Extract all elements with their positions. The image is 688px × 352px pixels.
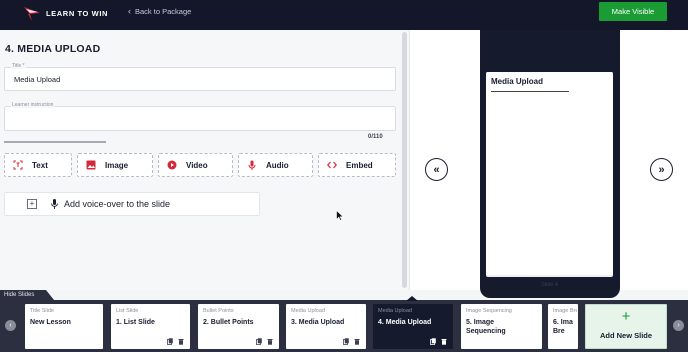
slide-actions	[256, 338, 273, 345]
slide-type-label: Media Upload	[291, 308, 325, 314]
double-chevron-right-icon: »	[658, 163, 665, 176]
add-image-label: Image	[105, 160, 129, 170]
trash-icon[interactable]	[267, 338, 273, 345]
add-new-slide-button[interactable]: + Add New Slide	[585, 304, 667, 349]
mouse-pointer-icon	[336, 210, 344, 221]
slide-type-label: List Slide	[116, 308, 139, 314]
image-icon	[86, 160, 96, 170]
top-bar: LEARN TO WIN ‹ Back to Package Make Visi…	[0, 0, 688, 30]
slide-thumbnail[interactable]: Media Upload 4. Media Upload	[373, 304, 453, 349]
video-icon	[167, 160, 177, 170]
field-divider	[4, 141, 106, 143]
back-to-package-link[interactable]: ‹ Back to Package	[128, 6, 192, 17]
active-slide-pointer	[406, 296, 418, 301]
slide-type-label: Bullet Points	[203, 308, 234, 314]
slide-title-label: New Lesson	[30, 319, 71, 326]
back-link-label: Back to Package	[135, 7, 192, 16]
duplicate-icon[interactable]	[167, 338, 173, 345]
microphone-icon	[51, 199, 58, 209]
add-video-label: Video	[186, 160, 208, 170]
brand-logo[interactable]: LEARN TO WIN	[22, 3, 108, 23]
slide-title-label: 3. Media Upload	[291, 319, 345, 326]
hide-slides-tab[interactable]: Hide Slides	[0, 290, 54, 300]
add-audio-label: Audio	[266, 160, 289, 170]
strip-scroll-left-button[interactable]: ‹	[5, 320, 16, 331]
slide-thumbnail[interactable]: Image Bre 6. Ima Bre	[548, 304, 578, 349]
slide-preview-card: Media Upload	[486, 72, 613, 275]
chevron-left-icon: ‹	[128, 6, 131, 16]
slide-actions	[167, 338, 184, 345]
chevron-right-icon: ›	[677, 322, 680, 329]
slide-thumbnail[interactable]: Title Slide New Lesson	[25, 304, 103, 349]
add-embed-label: Embed	[346, 160, 373, 170]
microphone-icon	[248, 160, 256, 170]
trash-icon[interactable]	[354, 338, 360, 345]
strip-scroll-right-button[interactable]: ›	[673, 320, 684, 331]
preview-slide-title: Media Upload	[491, 77, 544, 86]
double-chevron-left-icon: «	[433, 163, 440, 176]
character-counter: 0/110	[368, 134, 383, 140]
slide-type-label: Media Upload	[378, 308, 412, 314]
logo-star-icon	[24, 7, 40, 21]
add-new-slide-label: Add New Slide	[599, 331, 653, 340]
slide-actions	[430, 338, 447, 345]
voiceover-label: Add voice-over to the slide	[64, 199, 171, 209]
slide-preview-panel: Media Upload Slide 4 « »	[409, 30, 688, 298]
slide-thumbnail[interactable]: List Slide 1. List Slide	[111, 304, 190, 349]
slide-thumbnail[interactable]: Media Upload 3. Media Upload	[286, 304, 366, 349]
add-text-label: Text	[32, 160, 48, 170]
learner-instruction-field[interactable]: Learner instruction	[4, 102, 396, 131]
slide-title-label: 4. Media Upload	[378, 319, 432, 326]
slide-actions	[343, 338, 360, 345]
learner-instruction-label: Learner instruction	[11, 102, 55, 108]
slide-type-label: Title Slide	[30, 308, 54, 314]
next-slide-button[interactable]: »	[650, 158, 673, 181]
slide-type-label: Image Sequencing	[466, 308, 512, 314]
slide-title-label: 2. Bullet Points	[203, 319, 254, 326]
text-icon	[13, 160, 23, 170]
slide-number-caption: Slide 4	[541, 282, 558, 288]
chevron-left-icon: ‹	[9, 322, 12, 329]
previous-slide-button[interactable]: «	[425, 158, 448, 181]
plus-icon: +	[621, 308, 631, 325]
preview-title-underline	[491, 91, 569, 92]
add-video-button[interactable]: Video	[158, 153, 233, 177]
plus-icon: +	[27, 199, 37, 209]
trash-icon[interactable]	[178, 338, 184, 345]
trash-icon[interactable]	[441, 338, 447, 345]
duplicate-icon[interactable]	[256, 338, 262, 345]
duplicate-icon[interactable]	[343, 338, 349, 345]
editor-scrollbar[interactable]	[402, 32, 407, 288]
add-voiceover-button[interactable]: + Add voice-over to the slide	[4, 192, 260, 216]
code-icon	[327, 161, 337, 169]
add-audio-button[interactable]: Audio	[238, 153, 313, 177]
title-field-label: Title *	[11, 63, 26, 69]
slide-title-label: 5. Image Sequencing	[466, 319, 506, 335]
add-image-button[interactable]: Image	[77, 153, 153, 177]
slide-thumbnail[interactable]: Bullet Points 2. Bullet Points	[198, 304, 279, 349]
slide-title-label: 6. Ima Bre	[553, 319, 573, 335]
brand-name: LEARN TO WIN	[46, 8, 109, 18]
slide-editor: 4. MEDIA UPLOAD Title * Media Upload Lea…	[0, 30, 408, 290]
phone-screen: Media Upload	[486, 72, 613, 277]
page-title: 4. MEDIA UPLOAD	[5, 43, 101, 55]
title-field[interactable]: Title * Media Upload	[4, 63, 396, 91]
slide-type-label: Image Bre	[553, 308, 577, 314]
make-visible-button[interactable]: Make Visible	[599, 2, 667, 21]
add-embed-button[interactable]: Embed	[318, 153, 396, 177]
duplicate-icon[interactable]	[430, 338, 436, 345]
slide-thumbnail[interactable]: Image Sequencing 5. Image Sequencing	[461, 304, 542, 349]
slide-title-label: 1. List Slide	[116, 319, 155, 326]
title-field-value: Media Upload	[14, 75, 61, 84]
add-text-button[interactable]: Text	[4, 153, 72, 177]
